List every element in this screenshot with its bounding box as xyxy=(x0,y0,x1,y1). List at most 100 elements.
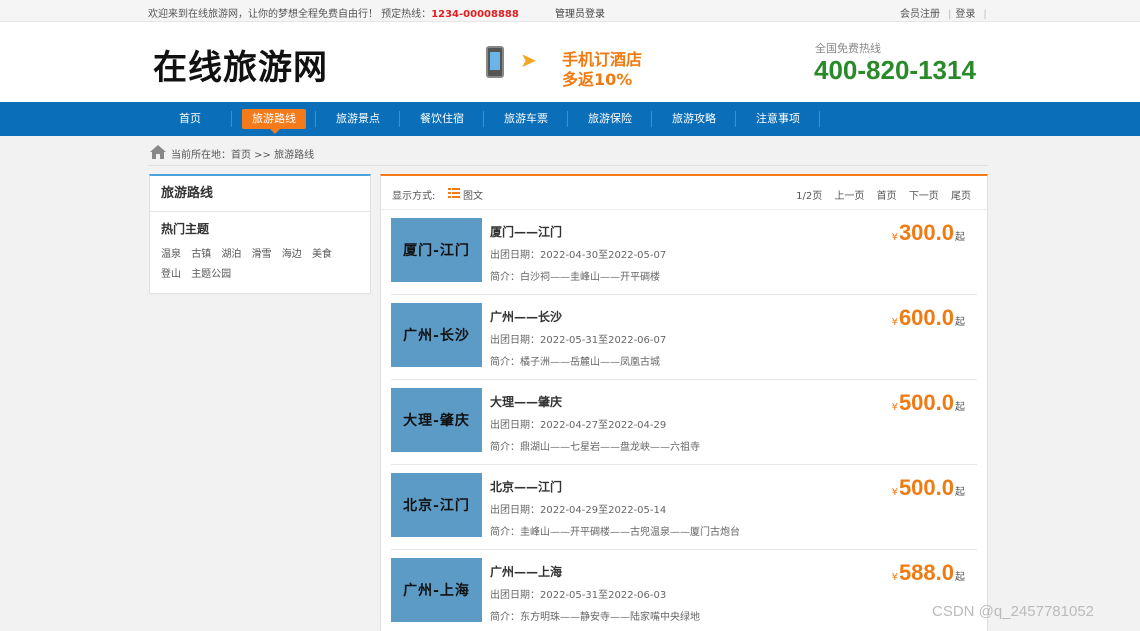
route-thumbnail[interactable]: 广州-上海 xyxy=(391,558,482,622)
route-dates: 出团日期：2022-04-29至2022-05-14 xyxy=(490,505,667,516)
booking-hotline: 1234-00008888 xyxy=(431,9,519,20)
theme-tag[interactable]: 海边 xyxy=(282,249,302,260)
nav-label: 旅游攻略 xyxy=(672,112,716,125)
divider: | xyxy=(948,9,952,20)
currency-symbol: ¥ xyxy=(891,572,898,583)
nav-label: 旅游路线 xyxy=(252,112,296,125)
route-item[interactable]: 大理-肇庆 大理——肇庆 出团日期：2022-04-27至2022-04-29 … xyxy=(391,380,977,465)
paper-plane-icon: ➤ xyxy=(520,48,537,72)
next-page-link[interactable]: 下一页 xyxy=(909,191,939,202)
price-value: 300.0 xyxy=(898,220,954,245)
nav-item-attractions[interactable]: 旅游景点 xyxy=(316,102,400,136)
price-suffix: 起 xyxy=(955,487,965,498)
route-dates: 出团日期：2022-04-30至2022-05-07 xyxy=(490,250,667,261)
promo-line2: 多返10% xyxy=(562,70,633,89)
list-toolbar: 显示方式: 图文 1/2页 上一页 首页 下一页 尾页 xyxy=(381,176,987,210)
route-thumbnail[interactable]: 大理-肇庆 xyxy=(391,388,482,452)
currency-symbol: ¥ xyxy=(891,487,898,498)
route-thumbnail[interactable]: 广州-长沙 xyxy=(391,303,482,367)
page-info: 1/2页 xyxy=(796,191,823,202)
price-value: 500.0 xyxy=(898,390,954,415)
route-list-panel: 显示方式: 图文 1/2页 上一页 首页 下一页 尾页 厦门-江门 厦门——江门… xyxy=(380,174,988,631)
hotline-number: 400-820-1314 xyxy=(814,55,976,85)
nav-label: 旅游保险 xyxy=(588,112,632,125)
route-item[interactable]: 北京-江门 北京——江门 出团日期：2022-04-29至2022-05-14 … xyxy=(391,465,977,550)
pagination: 1/2页 上一页 首页 下一页 尾页 xyxy=(787,187,971,202)
site-logo[interactable]: 在线旅游网 xyxy=(153,40,328,89)
route-intro: 简介：白沙祠——圭峰山——开平碉楼 xyxy=(490,272,660,283)
route-intro: 简介：东方明珠——静安寺——陆家嘴中央绿地 xyxy=(490,612,700,623)
price-value: 588.0 xyxy=(898,560,954,585)
nav-item-routes[interactable]: 旅游路线 xyxy=(232,102,316,136)
route-thumbnail[interactable]: 北京-江门 xyxy=(391,473,482,537)
nav-item-guides[interactable]: 旅游攻略 xyxy=(652,102,736,136)
theme-tag[interactable]: 湖泊 xyxy=(221,249,241,260)
price-value: 600.0 xyxy=(898,305,954,330)
breadcrumb-text[interactable]: 当前所在地：首页 >> 旅游路线 xyxy=(171,146,314,161)
welcome-message: 欢迎来到在线旅游网，让你的梦想全程免费自由行！ 预定热线： xyxy=(148,9,432,20)
price-suffix: 起 xyxy=(955,572,965,583)
route-thumbnail[interactable]: 厦门-江门 xyxy=(391,218,482,282)
theme-tag[interactable]: 登山 xyxy=(161,269,181,280)
route-price: ¥300.0起 xyxy=(892,220,965,246)
theme-tag[interactable]: 美食 xyxy=(312,249,332,260)
top-bar: 欢迎来到在线旅游网，让你的梦想全程免费自由行！ 预定热线：1234-000088… xyxy=(0,0,1140,22)
nav-item-notices[interactable]: 注意事项 xyxy=(736,102,820,136)
first-page-link[interactable]: 首页 xyxy=(877,191,897,202)
route-dates: 出团日期：2022-05-31至2022-06-07 xyxy=(490,335,667,346)
nav-item-insurance[interactable]: 旅游保险 xyxy=(568,102,652,136)
phone-icon xyxy=(486,46,504,78)
nav-divider xyxy=(819,111,820,127)
theme-tag[interactable]: 温泉 xyxy=(161,249,181,260)
currency-symbol: ¥ xyxy=(891,402,898,413)
welcome-text: 欢迎来到在线旅游网，让你的梦想全程免费自由行！ 预定热线：1234-000088… xyxy=(148,5,519,20)
nav-label: 首页 xyxy=(179,112,201,125)
list-view-icon[interactable] xyxy=(448,188,460,198)
nav-label: 旅游车票 xyxy=(504,112,548,125)
divider: | xyxy=(983,9,987,20)
hotline-label: 全国免费热线 xyxy=(815,42,881,55)
route-name[interactable]: 大理——肇庆 xyxy=(490,393,562,410)
route-dates: 出团日期：2022-04-27至2022-04-29 xyxy=(490,420,667,431)
home-icon xyxy=(150,145,166,159)
sidebar-panel: 旅游路线 热门主题 温泉 古镇 湖泊 滑雪 海边 美食 登山 主题公园 xyxy=(149,174,371,294)
route-name[interactable]: 广州——长沙 xyxy=(490,308,562,325)
route-intro: 简介：橘子洲——岳麓山——凤凰古城 xyxy=(490,357,660,368)
route-name[interactable]: 厦门——江门 xyxy=(490,223,562,240)
route-item[interactable]: 广州-上海 广州——上海 出团日期：2022-05-31至2022-06-03 … xyxy=(391,550,977,631)
price-suffix: 起 xyxy=(955,232,965,243)
breadcrumb: 当前所在地：首页 >> 旅游路线 xyxy=(148,142,988,166)
last-page-link[interactable]: 尾页 xyxy=(951,191,971,202)
price-suffix: 起 xyxy=(955,402,965,413)
member-register-link[interactable]: 会员注册 xyxy=(900,9,940,20)
nav-item-tickets[interactable]: 旅游车票 xyxy=(484,102,568,136)
theme-tags: 温泉 古镇 湖泊 滑雪 海边 美食 登山 主题公园 xyxy=(161,245,366,285)
nav-label: 餐饮住宿 xyxy=(420,112,464,125)
theme-tag[interactable]: 古镇 xyxy=(191,249,211,260)
main-nav: 首页 旅游路线 旅游景点 餐饮住宿 旅游车票 旅游保险 旅游攻略 注意事项 xyxy=(0,102,1140,136)
route-item[interactable]: 厦门-江门 厦门——江门 出团日期：2022-04-30至2022-05-07 … xyxy=(391,210,977,295)
login-link[interactable]: 登录 xyxy=(955,9,975,20)
currency-symbol: ¥ xyxy=(891,232,898,243)
route-name[interactable]: 北京——江门 xyxy=(490,478,562,495)
user-links: 会员注册 | 登录 | xyxy=(900,5,991,20)
admin-login-link[interactable]: 管理员登录 xyxy=(555,5,605,20)
nav-item-dining-lodging[interactable]: 餐饮住宿 xyxy=(400,102,484,136)
site-header: 在线旅游网 ➤ 手机订酒店 多返10% 全国免费热线 400-820-1314 xyxy=(0,22,1140,102)
route-item[interactable]: 广州-长沙 广州——长沙 出团日期：2022-05-31至2022-06-07 … xyxy=(391,295,977,380)
display-mode-text[interactable]: 图文 xyxy=(463,187,483,202)
nav-item-home[interactable]: 首页 xyxy=(148,102,232,136)
mobile-hotel-promo[interactable]: ➤ 手机订酒店 多返10% xyxy=(480,44,660,89)
sidebar-title: 旅游路线 xyxy=(150,176,370,212)
theme-tag[interactable]: 主题公园 xyxy=(191,269,231,280)
route-name[interactable]: 广州——上海 xyxy=(490,563,562,580)
display-mode-label: 显示方式: xyxy=(392,191,436,202)
route-price: ¥500.0起 xyxy=(892,390,965,416)
price-suffix: 起 xyxy=(955,317,965,328)
route-price: ¥500.0起 xyxy=(892,475,965,501)
route-price: ¥588.0起 xyxy=(892,560,965,586)
theme-tag[interactable]: 滑雪 xyxy=(252,249,272,260)
hot-themes-heading: 热门主题 xyxy=(161,222,210,236)
prev-page-link[interactable]: 上一页 xyxy=(834,191,864,202)
route-dates: 出团日期：2022-05-31至2022-06-03 xyxy=(490,590,667,601)
